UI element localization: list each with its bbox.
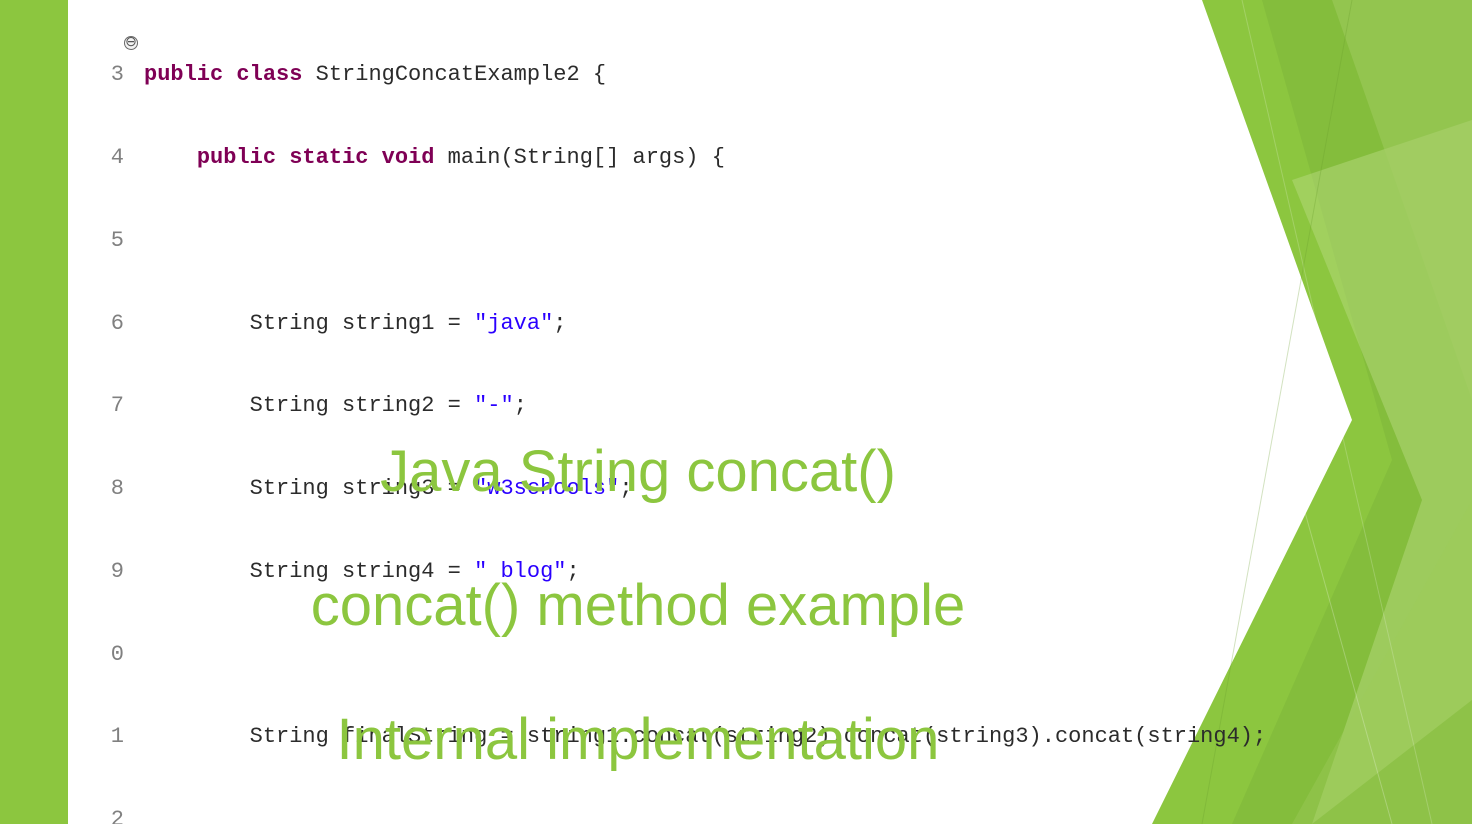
fold-minus-icon[interactable]: ⊖ xyxy=(124,36,138,50)
line-number: 2 xyxy=(96,806,124,824)
slide: 3 4 5 6 7 8 9 0 1 2 3 4 5 ⊖ public class… xyxy=(0,0,1472,824)
line-number: 5 xyxy=(96,227,124,255)
line-number: 7 xyxy=(96,392,124,420)
line-number: 3 xyxy=(96,61,124,89)
line-number: 4 xyxy=(96,144,124,172)
heading-title-2: concat() method example xyxy=(68,574,1208,638)
code-line: public static void main(String[] args) { xyxy=(144,144,1266,172)
code-line: public class StringConcatExample2 { xyxy=(144,61,1266,89)
headings: Java String concat() concat() method exa… xyxy=(68,440,1208,771)
code-line: String string1 = "java"; xyxy=(144,310,1266,338)
line-number: 6 xyxy=(96,310,124,338)
code-line xyxy=(144,227,1266,255)
code-line xyxy=(144,806,1266,824)
code-block: 3 4 5 6 7 8 9 0 1 2 3 4 5 ⊖ public class… xyxy=(96,6,1136,199)
heading-title-1: Java String concat() xyxy=(68,440,1208,504)
heading-title-3: Internal implementation xyxy=(68,708,1208,772)
left-decoration xyxy=(0,0,68,824)
code-line: String string2 = "-"; xyxy=(144,392,1266,420)
